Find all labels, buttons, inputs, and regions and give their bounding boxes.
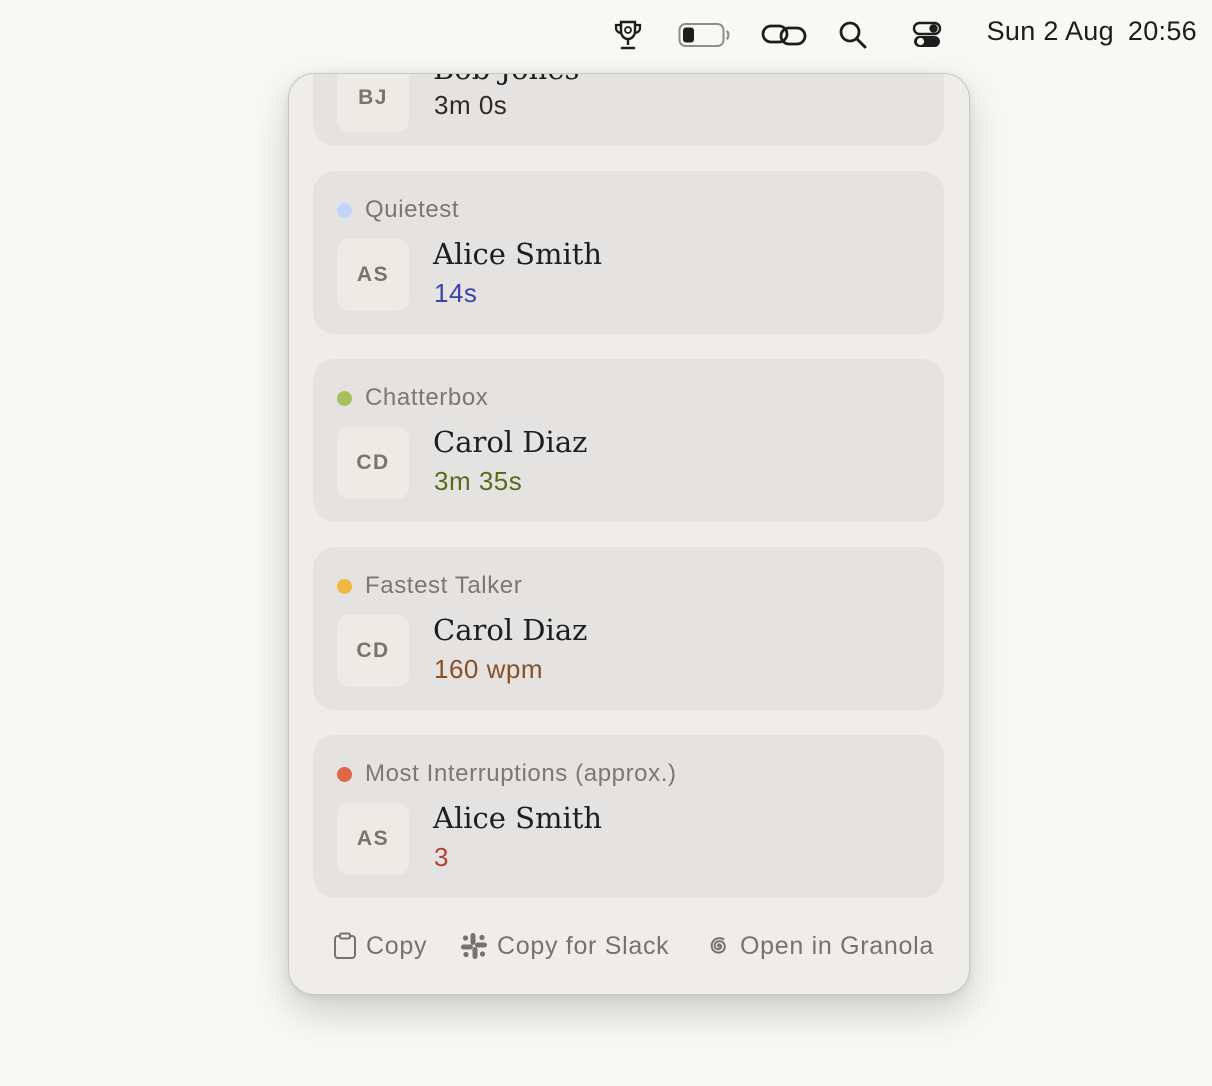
person-name: Carol Diaz <box>433 425 588 459</box>
person-name: Alice Smith <box>433 237 603 271</box>
status-dot <box>337 390 352 406</box>
stat-card-quietest: Quietest AS Alice Smith 14s <box>313 171 944 334</box>
speaker-stats-popover: BJ Bob Jones 3m 0s Quietest AS Alice Smi… <box>288 73 970 995</box>
stat-card-longest-speaker: BJ Bob Jones 3m 0s <box>313 74 944 146</box>
stat-card-most-interruptions: Most Interruptions (approx.) AS Alice Sm… <box>313 735 944 898</box>
clipboard-icon <box>334 932 356 959</box>
battery-icon[interactable] <box>677 14 731 56</box>
person-name: Carol Diaz <box>433 613 588 647</box>
status-dot <box>337 766 352 782</box>
copy-label: Copy <box>366 931 428 960</box>
control-center-icon[interactable] <box>911 14 943 56</box>
copy-for-slack-label: Copy for Slack <box>497 931 670 960</box>
open-in-granola-label: Open in Granola <box>740 931 934 960</box>
stat-value: 3m 0s <box>434 90 508 120</box>
card-label: Most Interruptions (approx.) <box>365 760 677 787</box>
card-header: Fastest Talker <box>337 572 523 599</box>
copy-for-slack-button[interactable]: Copy for Slack <box>460 926 669 966</box>
clock-date: Sun 2 Aug <box>986 16 1114 46</box>
copy-button[interactable]: Copy <box>333 926 427 966</box>
stat-value: 3m 35s <box>434 466 523 496</box>
open-in-granola-button[interactable]: Open in Granola <box>707 926 934 966</box>
stat-value: 14s <box>434 278 478 308</box>
granola-spiral-icon <box>710 937 726 954</box>
link-icon[interactable] <box>761 14 807 56</box>
stat-card-fastest-talker: Fastest Talker CD Carol Diaz 160 wpm <box>313 547 944 710</box>
stat-value: 160 wpm <box>434 654 543 684</box>
trophy-icon[interactable] <box>611 14 645 56</box>
avatar: CD <box>337 427 409 499</box>
popover-footer: Copy Copy for Slack Open in Granola <box>289 926 969 966</box>
card-header: Quietest <box>337 196 460 223</box>
slack-icon <box>461 933 487 959</box>
avatar: BJ <box>337 74 409 132</box>
status-dot <box>337 202 352 218</box>
stat-card-chatterbox: Chatterbox CD Carol Diaz 3m 35s <box>313 359 944 522</box>
menu-bar-clock[interactable]: Sun 2 Aug 20:56 <box>987 16 1197 47</box>
card-label: Chatterbox <box>365 384 489 411</box>
clock-time: 20:56 <box>1127 16 1197 46</box>
stat-value: 3 <box>434 842 449 872</box>
avatar: CD <box>337 615 409 687</box>
person-name: Bob Jones <box>433 74 579 86</box>
person-name: Alice Smith <box>433 801 603 835</box>
card-header: Most Interruptions (approx.) <box>337 760 677 787</box>
menu-bar: Sun 2 Aug 20:56 <box>0 0 1212 68</box>
card-header: Chatterbox <box>337 384 489 411</box>
card-label: Quietest <box>365 196 460 223</box>
status-dot <box>337 578 352 594</box>
card-label: Fastest Talker <box>365 572 523 599</box>
search-icon[interactable] <box>837 14 869 56</box>
avatar: AS <box>337 803 409 875</box>
avatar: AS <box>337 239 409 311</box>
